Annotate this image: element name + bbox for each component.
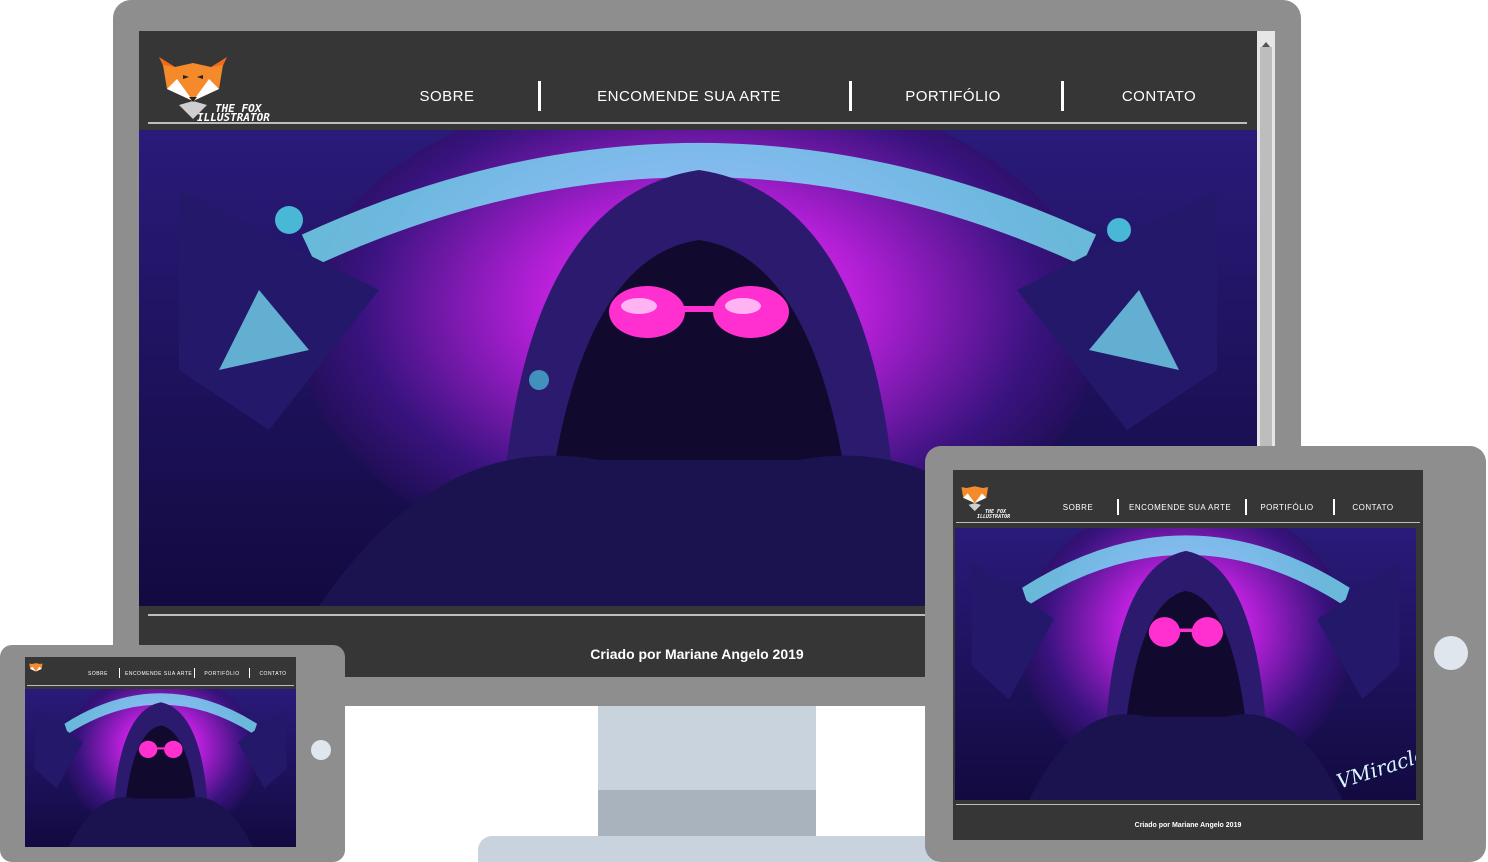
monitor-stand-base [478, 836, 938, 862]
nav-sobre[interactable]: SOBRE [1053, 503, 1103, 512]
footer-divider [956, 804, 1420, 805]
header-divider [27, 685, 294, 686]
footer-credit: Criado por Mariane Angelo 2019 [1134, 822, 1242, 829]
nav-separator [194, 668, 195, 678]
fox-logo-icon [27, 659, 47, 677]
header-divider [148, 122, 1247, 124]
nav-encomende[interactable]: ENCOMENDE SUA ARTE [579, 88, 799, 105]
nav-separator [119, 668, 120, 678]
small-tablet-site: SOBRE ENCOMENDE SUA ARTE PORTIFÓLIO CONT… [25, 657, 296, 847]
nav-separator [538, 81, 541, 111]
tablet-site: THE FOX ILLUSTRATOR SOBRE ENCOMENDE SUA … [953, 470, 1423, 840]
nav-contato[interactable]: CONTATO [255, 671, 291, 677]
nav-contato[interactable]: CONTATO [1347, 503, 1399, 512]
scrollbar-thumb[interactable] [1260, 47, 1272, 487]
nav-separator [1333, 499, 1335, 515]
nav-sobre[interactable]: SOBRE [83, 671, 113, 677]
hero-artwork: VMiracle [955, 528, 1416, 800]
nav-portifolio[interactable]: PORTIFÓLIO [201, 671, 243, 677]
nav-separator [1061, 81, 1064, 111]
hero-artwork [25, 689, 296, 847]
header-divider [956, 522, 1420, 523]
nav-separator [1245, 499, 1247, 515]
nav-separator [249, 668, 250, 678]
monitor-stand-shadow [598, 790, 816, 838]
nav-encomende[interactable]: ENCOMENDE SUA ARTE [125, 671, 192, 677]
nav-separator [849, 81, 852, 111]
small-tablet-screen: SOBRE ENCOMENDE SUA ARTE PORTIFÓLIO CONT… [25, 657, 296, 847]
home-button-icon [311, 740, 331, 760]
scroll-up-arrow-icon[interactable] [1260, 35, 1272, 48]
nav-separator [1117, 499, 1119, 515]
nav-portifolio[interactable]: PORTIFÓLIO [1259, 503, 1315, 512]
nav-contato[interactable]: CONTATO [1104, 88, 1214, 105]
nav-encomende[interactable]: ENCOMENDE SUA ARTE [1129, 503, 1231, 512]
home-button-icon [1434, 636, 1468, 670]
nav-portifolio[interactable]: PORTIFÓLIO [889, 88, 1017, 105]
tablet-screen: THE FOX ILLUSTRATOR SOBRE ENCOMENDE SUA … [953, 470, 1423, 840]
nav-sobre[interactable]: SOBRE [397, 88, 497, 105]
footer-credit: Criado por Mariane Angelo 2019 [590, 646, 804, 662]
brand-line2: ILLUSTRATOR [977, 514, 1011, 520]
